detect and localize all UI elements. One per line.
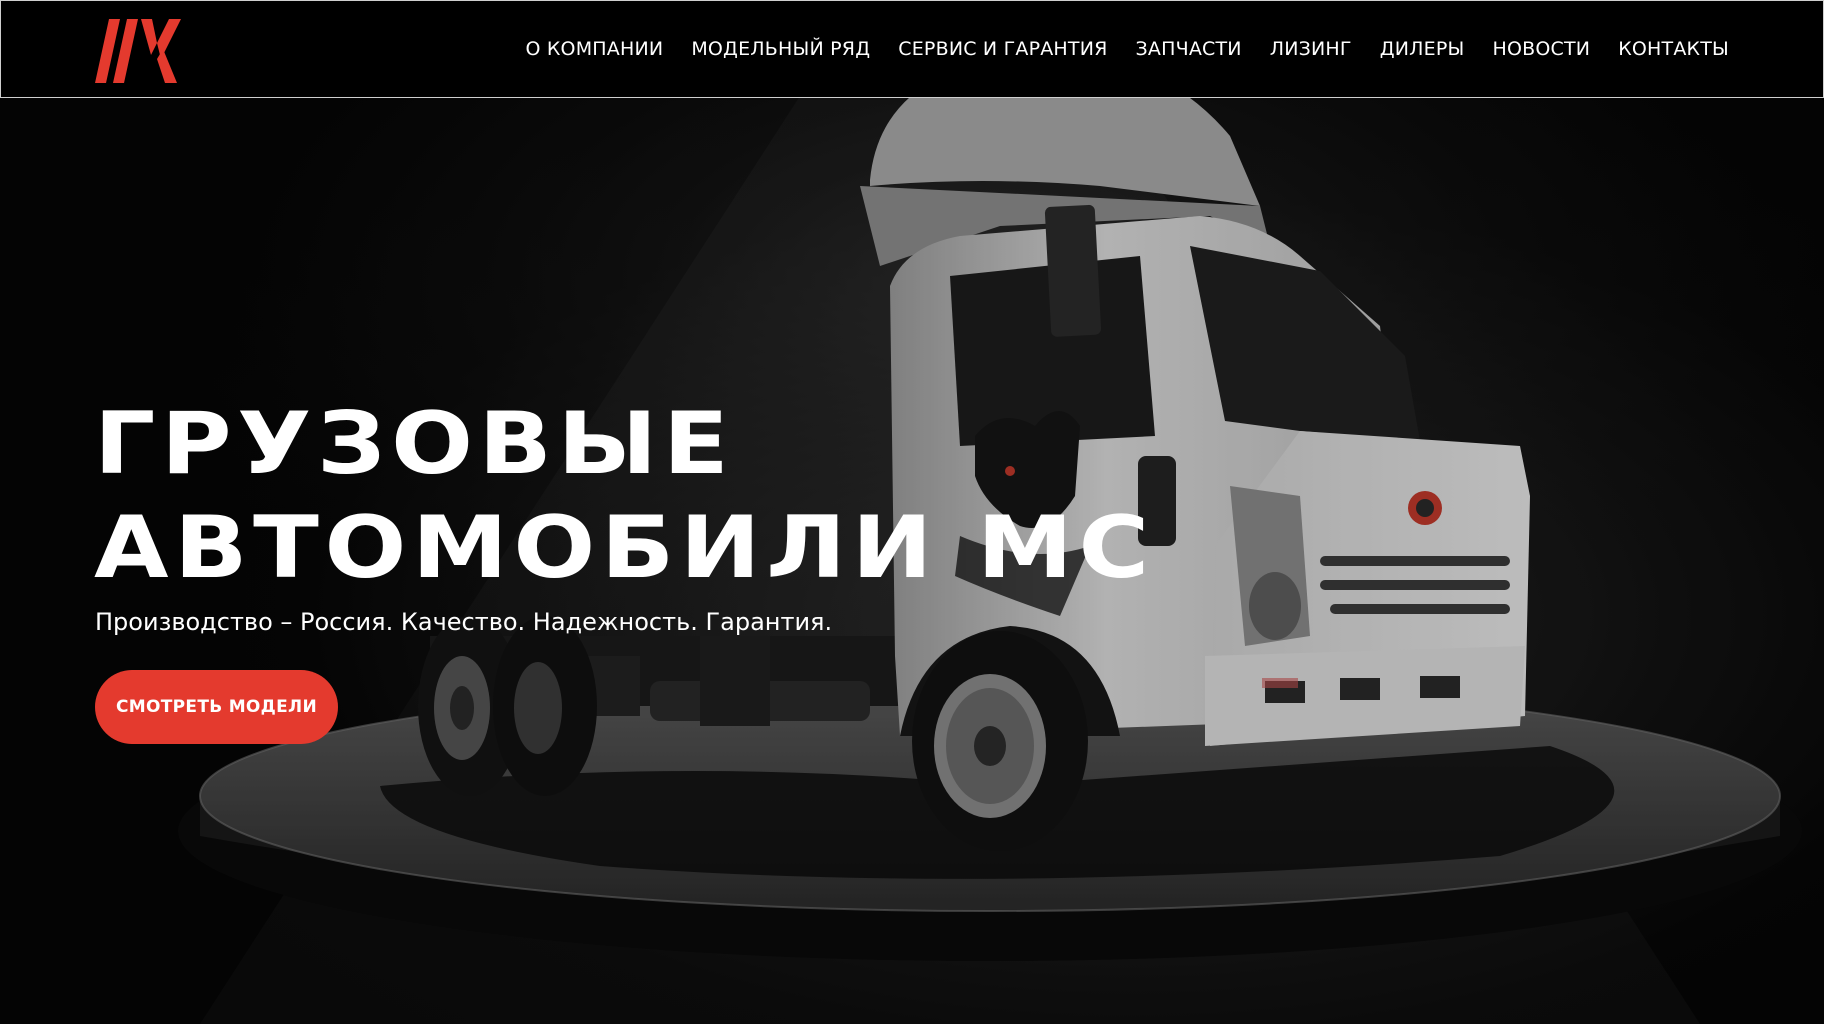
nav-item-leasing[interactable]: ЛИЗИНГ xyxy=(1270,38,1352,60)
site-header: О КОМПАНИИ МОДЕЛЬНЫЙ РЯД СЕРВИС И ГАРАНТ… xyxy=(0,0,1824,98)
mc-logo-icon[interactable] xyxy=(95,19,185,83)
hero-title: ГРУЗОВЫЕ АВТОМОБИЛИ МС xyxy=(94,392,1155,600)
landing-page: О КОМПАНИИ МОДЕЛЬНЫЙ РЯД СЕРВИС И ГАРАНТ… xyxy=(0,0,1824,1024)
hero-subtitle: Производство – Россия. Качество. Надежно… xyxy=(95,608,833,636)
nav-item-about[interactable]: О КОМПАНИИ xyxy=(525,38,663,60)
nav-item-models[interactable]: МОДЕЛЬНЫЙ РЯД xyxy=(691,38,870,60)
hero-title-line-2: АВТОМОБИЛИ МС xyxy=(94,498,1155,598)
main-nav: О КОМПАНИИ МОДЕЛЬНЫЙ РЯД СЕРВИС И ГАРАНТ… xyxy=(497,1,1729,97)
nav-item-news[interactable]: НОВОСТИ xyxy=(1492,38,1590,60)
nav-item-parts[interactable]: ЗАПЧАСТИ xyxy=(1136,38,1242,60)
nav-item-service[interactable]: СЕРВИС И ГАРАНТИЯ xyxy=(898,38,1107,60)
hero-title-line-1: ГРУЗОВЫЕ xyxy=(94,394,735,494)
nav-item-dealers[interactable]: ДИЛЕРЫ xyxy=(1380,38,1465,60)
view-models-button[interactable]: СМОТРЕТЬ МОДЕЛИ xyxy=(95,670,338,744)
nav-item-contacts[interactable]: КОНТАКТЫ xyxy=(1618,38,1729,60)
